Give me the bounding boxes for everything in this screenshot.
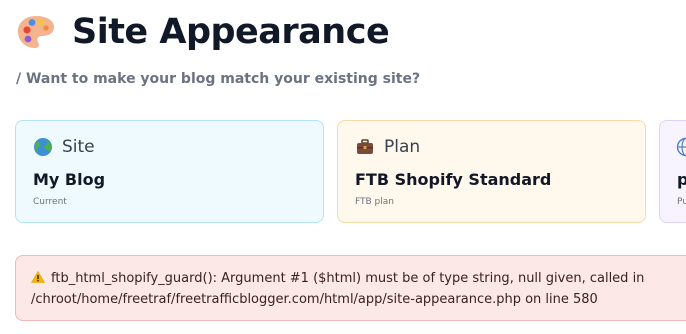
third-card-header bbox=[676, 137, 686, 157]
artist-palette-icon bbox=[17, 16, 55, 48]
site-name-value: My Blog bbox=[33, 170, 106, 189]
third-card-value: p bbox=[677, 170, 686, 189]
page-subtitle: / Want to make your blog match your exis… bbox=[16, 71, 421, 87]
third-card: p Pu bbox=[659, 120, 686, 223]
plan-name-value: FTB Shopify Standard bbox=[355, 170, 552, 189]
site-card-caption: Current bbox=[33, 197, 67, 207]
third-card-caption: Pu bbox=[677, 197, 686, 207]
briefcase-icon bbox=[357, 139, 373, 154]
page-title: Site Appearance bbox=[72, 12, 390, 52]
error-message: ftb_html_shopify_guard(): Argument #1 ($… bbox=[31, 269, 684, 310]
site-card: Site My Blog Current bbox=[15, 120, 324, 223]
globe-icon bbox=[34, 138, 52, 156]
site-card-label: Site bbox=[62, 137, 95, 157]
plan-card-header: Plan bbox=[355, 137, 420, 157]
plan-card-caption: FTB plan bbox=[355, 197, 394, 207]
error-message-line-1: ftb_html_shopify_guard(): Argument #1 ($… bbox=[51, 271, 645, 286]
page-header: Site Appearance bbox=[16, 10, 390, 54]
error-message-line-2: /chroot/home/freetraf/freetrafficblogger… bbox=[31, 291, 598, 307]
error-alert: ftb_html_shopify_guard(): Argument #1 ($… bbox=[15, 255, 686, 321]
globe-icon bbox=[676, 137, 686, 157]
plan-card-label: Plan bbox=[384, 137, 421, 157]
warning-icon bbox=[31, 271, 45, 283]
plan-card: Plan FTB Shopify Standard FTB plan bbox=[337, 120, 646, 223]
site-card-header: Site bbox=[33, 137, 95, 157]
